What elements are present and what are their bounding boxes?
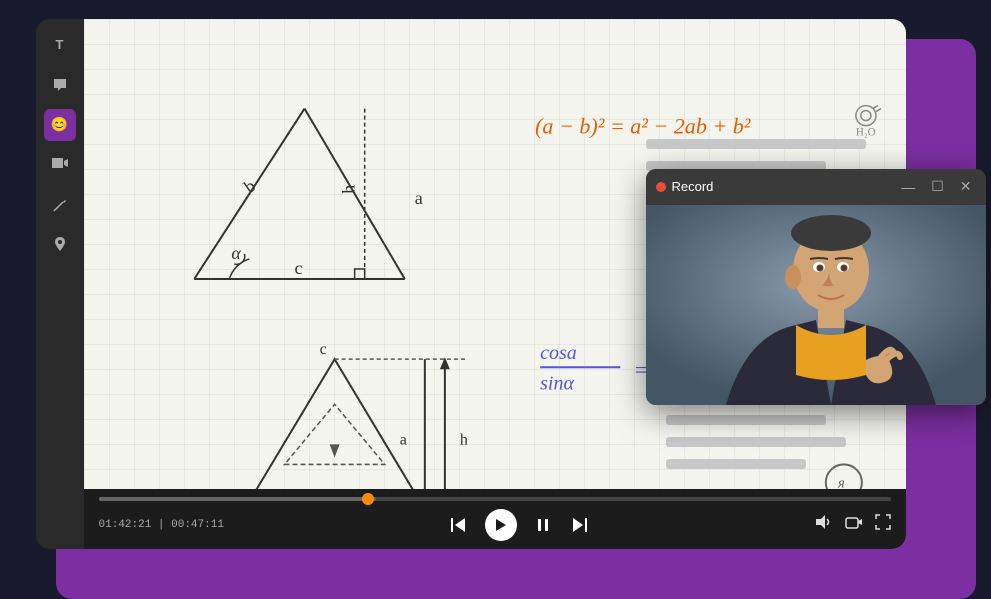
record-window: Record — ☐ ✕ xyxy=(646,169,986,405)
outer-container: T 😊 xyxy=(36,19,956,579)
record-label: Record xyxy=(672,179,892,194)
text-line xyxy=(666,437,846,447)
close-button[interactable]: ✕ xyxy=(956,176,976,197)
svg-text:α: α xyxy=(231,242,241,262)
fullscreen-icon[interactable] xyxy=(875,514,891,535)
svg-text:sinα: sinα xyxy=(540,372,574,394)
svg-text:H₂O: H₂O xyxy=(855,126,875,138)
controls-row: 01:42:21 | 00:47:11 xyxy=(99,501,891,549)
sidebar-item-emoji[interactable]: 😊 xyxy=(44,109,76,141)
progress-bar[interactable] xyxy=(99,497,891,501)
triangle-bottom xyxy=(244,359,465,509)
current-time: 01:42:21 xyxy=(99,519,152,531)
record-titlebar: Record — ☐ ✕ xyxy=(646,169,986,205)
minimize-button[interactable]: — xyxy=(897,176,919,197)
text-line xyxy=(666,415,826,425)
time-separator: | xyxy=(158,519,171,531)
svg-text:a: a xyxy=(399,431,406,448)
record-dot xyxy=(656,182,666,192)
svg-text:(a − b)² = a² − 2ab + b²: (a − b)² = a² − 2ab + b² xyxy=(535,113,751,138)
triangle-top xyxy=(194,108,405,278)
controls-center xyxy=(449,509,589,541)
svg-text:cosa: cosa xyxy=(540,342,577,364)
svg-text:h: h xyxy=(338,184,358,193)
restore-button[interactable]: ☐ xyxy=(927,176,948,197)
controls-right xyxy=(815,514,891,535)
sidebar-item-pin[interactable] xyxy=(44,229,76,261)
pause-button[interactable] xyxy=(533,515,553,535)
skip-back-button[interactable] xyxy=(449,515,469,535)
text-line xyxy=(666,459,806,469)
total-time: 00:47:11 xyxy=(171,519,224,531)
play-button[interactable] xyxy=(485,509,517,541)
skip-forward-button[interactable] xyxy=(569,515,589,535)
player-controls: 01:42:21 | 00:47:11 xyxy=(84,489,906,549)
person-bg xyxy=(646,205,986,405)
svg-text:h: h xyxy=(459,431,467,448)
svg-text:c: c xyxy=(294,257,302,277)
sidebar-item-text[interactable]: T xyxy=(44,29,76,61)
svg-text:b: b xyxy=(240,175,259,197)
window-controls: — ☐ ✕ xyxy=(897,176,975,197)
svg-text:c: c xyxy=(319,341,326,358)
camera-icon[interactable] xyxy=(845,515,863,534)
progress-thumb[interactable] xyxy=(362,493,374,505)
volume-icon[interactable] xyxy=(815,514,833,535)
progress-fill xyxy=(99,497,376,501)
svg-text:a: a xyxy=(414,187,422,207)
sidebar: T 😊 xyxy=(36,19,84,549)
time-display: 01:42:21 | 00:47:11 xyxy=(99,519,224,531)
sidebar-item-brush[interactable] xyxy=(44,189,76,221)
sidebar-item-comment[interactable] xyxy=(44,69,76,101)
record-video xyxy=(646,205,986,405)
sidebar-item-video[interactable] xyxy=(44,149,76,181)
text-line xyxy=(646,139,866,149)
